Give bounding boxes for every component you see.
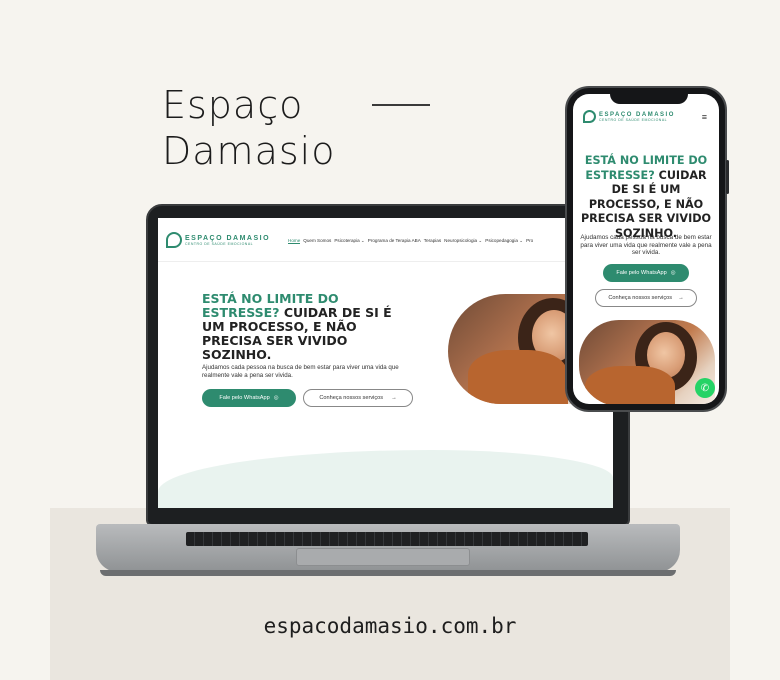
phone-logo[interactable]: ESPAÇO DAMASIO CENTRO DE SAÚDE EMOCIONAL: [583, 110, 675, 123]
phone-notch: [610, 90, 688, 104]
nav-quem-somos[interactable]: Quem Somos: [303, 238, 331, 244]
nav-terapia-aba[interactable]: Programa de Terapia ABA: [368, 238, 421, 244]
phone-logo-text: ESPAÇO DAMASIO: [599, 111, 675, 118]
laptop-hero-subtitle: Ajudamos cada pessoa na busca de bem est…: [202, 364, 399, 379]
phone-services-button[interactable]: Conheça nossos serviços →: [595, 289, 697, 307]
brand-title: Espaço Damasio: [162, 82, 335, 174]
laptop-logo[interactable]: ESPAÇO DAMASIO CENTRO DE SAÚDE EMOCIONAL: [166, 232, 270, 248]
nav-more[interactable]: Pro: [526, 238, 533, 244]
nav-neuropsicologia[interactable]: Neuropsicologia ⌄: [444, 238, 482, 244]
nav-home[interactable]: Home: [288, 238, 301, 244]
phone-site-header: ESPAÇO DAMASIO CENTRO DE SAÚDE EMOCIONAL…: [573, 102, 719, 128]
nav-psicoterapia[interactable]: Psicoterapia ⌄: [334, 238, 364, 244]
laptop-whatsapp-button[interactable]: Fale pelo WhatsApp ◎: [202, 389, 296, 407]
logo-subtitle: CENTRO DE SAÚDE EMOCIONAL: [185, 241, 254, 246]
phone-whatsapp-button-label: Fale pelo WhatsApp: [616, 270, 667, 276]
floating-whatsapp-icon[interactable]: ✆: [695, 378, 715, 398]
brand-title-line1: Espaço: [162, 83, 304, 127]
laptop-keyboard: [186, 532, 588, 546]
leaf-logo-icon: [166, 232, 182, 248]
whatsapp-button-label: Fale pelo WhatsApp: [219, 395, 270, 401]
nav-psicopedagogia[interactable]: Psicopedagogia ⌄: [485, 238, 523, 244]
website-domain: espacodamasio.com.br: [263, 614, 517, 638]
laptop-services-button[interactable]: Conheça nossos serviços →: [303, 389, 413, 407]
phone-hero-subtitle: Ajudamos cada pessoa na busca de bem est…: [580, 234, 712, 257]
arrow-right-icon: →: [391, 395, 397, 401]
laptop-trackpad: [296, 548, 470, 566]
whatsapp-icon: ◎: [273, 395, 279, 401]
nav-terapias[interactable]: Terapias: [424, 238, 441, 244]
phone-hero-title: ESTÁ NO LIMITE DO ESTRESSE? CUIDAR DE SI…: [573, 154, 719, 241]
phone-logo-subtitle: CENTRO DE SAÚDE EMOCIONAL: [599, 117, 668, 122]
services-button-label: Conheça nossos serviços: [319, 395, 384, 401]
laptop-site-header: ESPAÇO DAMASIO CENTRO DE SAÚDE EMOCIONAL…: [158, 218, 613, 262]
phone-side-button: [726, 160, 729, 194]
laptop-wave-decoration: [158, 450, 613, 508]
phone-services-button-label: Conheça nossos serviços: [608, 295, 673, 301]
brand-divider: [372, 104, 430, 106]
brand-title-line2: Damasio: [162, 129, 336, 173]
laptop-screen: ESPAÇO DAMASIO CENTRO DE SAÚDE EMOCIONAL…: [158, 218, 613, 508]
whatsapp-icon: ◎: [670, 270, 676, 276]
logo-text: ESPAÇO DAMASIO: [185, 234, 271, 242]
laptop-foot: [100, 570, 676, 576]
hamburger-icon[interactable]: ≡: [702, 112, 707, 122]
phone-screen: ESPAÇO DAMASIO CENTRO DE SAÚDE EMOCIONAL…: [573, 94, 719, 404]
leaf-logo-icon: [583, 110, 596, 123]
arrow-right-icon: →: [678, 295, 684, 301]
phone-whatsapp-button[interactable]: Fale pelo WhatsApp ◎: [603, 264, 689, 282]
laptop-nav: Home Quem Somos Psicoterapia ⌄ Programa …: [288, 238, 533, 244]
laptop-hero-title: ESTÁ NO LIMITE DO ESTRESSE? CUIDAR DE SI…: [202, 292, 412, 362]
